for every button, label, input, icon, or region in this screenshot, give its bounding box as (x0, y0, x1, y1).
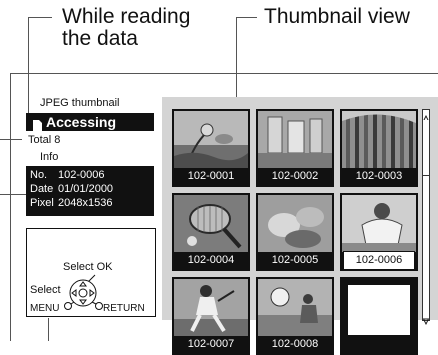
thumbnail-102-0002[interactable]: 102-0002 (256, 109, 334, 187)
scroll-thumb[interactable] (423, 120, 429, 176)
thumbnail-panel: 102-0001 102-0002 102-0003 102-0004 102-0005… (162, 97, 438, 355)
select-label: Select (30, 284, 61, 296)
info-pointer-line (0, 194, 26, 195)
callout-line-reading-horizontal (28, 17, 52, 18)
thumbnail-label: 102-0002 (271, 170, 319, 182)
scroll-up-arrow-icon[interactable] (422, 110, 430, 122)
navigation-help-box: Select OK Select MENU RETURN (26, 228, 156, 317)
thumbnail-label: 102-0005 (271, 254, 319, 266)
screen-frame-top-line (10, 73, 438, 74)
flower-icon (174, 111, 248, 168)
callout-thumbnail-view: Thumbnail view (264, 5, 410, 28)
empty-thumbnail-slot (340, 277, 418, 355)
thumbnail-102-0003[interactable]: 102-0003 (340, 109, 418, 187)
mode-label: JPEG thumbnail (40, 97, 120, 109)
thumbnail-102-0007[interactable]: 102-0007 (172, 277, 250, 355)
scrollbar[interactable] (422, 109, 430, 326)
info-date-label: Date (30, 183, 54, 195)
info-pixel-label: Pixel (30, 197, 54, 209)
thumbnail-102-0006[interactable]: 102-0006 (340, 193, 418, 271)
thumbnail-label: 102-0006 (343, 251, 415, 270)
dpad-icon (64, 274, 103, 310)
racket-icon (174, 195, 248, 252)
tennis-player-icon (174, 279, 248, 336)
menu-label: MENU (30, 303, 60, 314)
accessing-status-bar: Accessing (26, 113, 154, 131)
info-number-value: 102-0006 (58, 169, 105, 181)
info-pixel-value: 2048x1536 (58, 197, 113, 209)
thumbnail-label: 102-0003 (355, 170, 403, 182)
glasses-icon (258, 111, 332, 168)
thumbnail-label: 102-0007 (187, 338, 235, 350)
empty-slot-inner (348, 285, 410, 335)
soccer-icon (258, 279, 332, 336)
thumbnail-102-0004[interactable]: 102-0004 (172, 193, 250, 271)
food-icon (258, 195, 332, 252)
total-count: Total 8 (28, 134, 61, 146)
thumbnail-label: 102-0001 (187, 170, 235, 182)
image-info-box: No. 102-0006 Date 01/01/2000 Pixel 2048x… (26, 166, 154, 216)
info-row-pixel: Pixel 2048x1536 (30, 196, 150, 210)
scroll-down-arrow-icon[interactable] (422, 312, 430, 326)
total-pointer-line (0, 139, 22, 140)
file-icon (33, 117, 42, 131)
info-date-value: 01/01/2000 (58, 183, 114, 195)
info-row-date: Date 01/01/2000 (30, 182, 150, 196)
football-icon (342, 195, 416, 252)
thumbnail-102-0001[interactable]: 102-0001 (172, 109, 250, 187)
forest-icon (342, 111, 416, 168)
nav-pointer-line (48, 318, 49, 341)
callout-while-reading: While reading the data (62, 5, 191, 50)
thumbnail-label: 102-0004 (187, 254, 235, 266)
callout-line-thumb-horizontal (236, 17, 257, 18)
thumbnail-102-0008[interactable]: 102-0008 (256, 277, 334, 355)
screen-frame-left-line (10, 73, 11, 341)
thumbnail-102-0005[interactable]: 102-0005 (256, 193, 334, 271)
info-label: Info (40, 151, 59, 163)
thumbnail-label: 102-0008 (271, 338, 319, 350)
info-number-label: No. (30, 169, 48, 181)
info-row-number: No. 102-0006 (30, 168, 150, 182)
status-label: Accessing (46, 114, 117, 130)
callout-line-reading-vertical (28, 17, 29, 124)
